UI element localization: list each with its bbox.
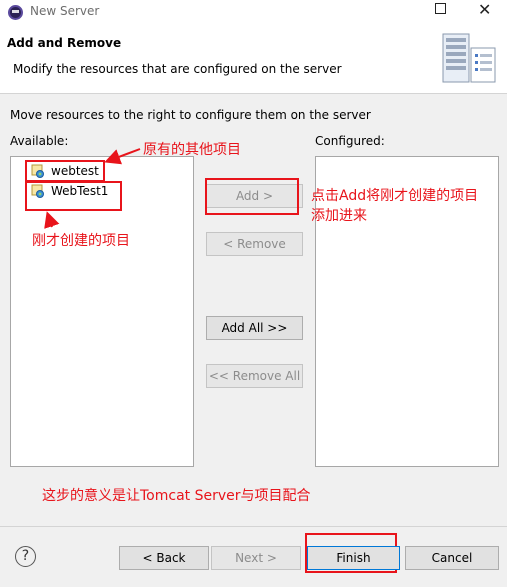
highlight-box-add xyxy=(205,178,299,215)
annotation-new-project: 刚才创建的项目 xyxy=(32,233,130,249)
annotation-click-add-line2: 添加进来 xyxy=(311,208,367,224)
next-button[interactable]: Next > xyxy=(211,546,301,570)
maximize-icon[interactable] xyxy=(435,3,446,14)
finish-button[interactable]: Finish xyxy=(307,546,400,570)
highlight-box-webtest xyxy=(25,160,105,182)
page-description: Modify the resources that are configured… xyxy=(13,62,342,76)
annotation-meaning: 这步的意义是让Tomcat Server与项目配合 xyxy=(42,488,311,504)
cancel-button[interactable]: Cancel xyxy=(405,546,499,570)
window-title: New Server xyxy=(30,4,100,18)
wizard-header: Add and Remove Modify the resources that… xyxy=(0,24,507,94)
configured-label: Configured: xyxy=(315,134,385,148)
back-button[interactable]: < Back xyxy=(119,546,209,570)
close-icon[interactable]: ✕ xyxy=(478,0,491,19)
available-label: Available: xyxy=(10,134,69,148)
help-icon[interactable]: ? xyxy=(15,546,36,567)
annotation-original-projects: 原有的其他项目 xyxy=(143,142,241,158)
add-all-button[interactable]: Add All >> xyxy=(206,316,303,340)
annotation-click-add: 点击Add将刚才创建的项目 xyxy=(311,188,479,204)
remove-all-button[interactable]: << Remove All xyxy=(206,364,303,388)
highlight-box-webtest1 xyxy=(25,181,122,211)
eclipse-icon xyxy=(8,5,23,20)
instruction-text: Move resources to the right to configure… xyxy=(10,108,371,122)
remove-button[interactable]: < Remove xyxy=(206,232,303,256)
server-banner-icon xyxy=(442,33,496,83)
title-bar: New Server ✕ xyxy=(0,0,507,24)
page-title: Add and Remove xyxy=(7,36,122,50)
footer-divider xyxy=(0,526,507,527)
